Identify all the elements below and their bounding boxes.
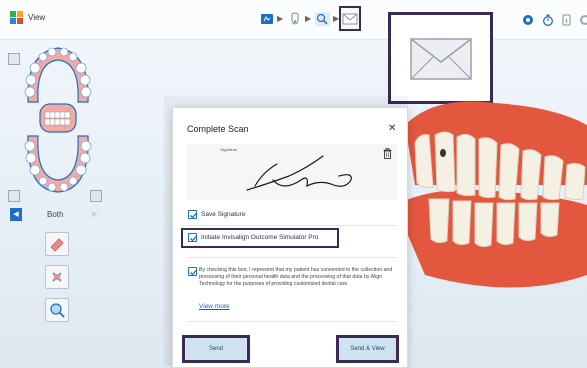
- close-icon[interactable]: ✕: [388, 123, 396, 134]
- zoom-tooth-button[interactable]: [45, 298, 69, 322]
- divider: [187, 321, 397, 322]
- checkmark-icon: [190, 235, 197, 242]
- settings-icon[interactable]: [579, 13, 587, 27]
- save-signature-label: Save Signature: [201, 211, 246, 218]
- window-title: View: [28, 13, 46, 22]
- send-button[interactable]: Send: [182, 335, 250, 363]
- search-teeth-icon[interactable]: [315, 12, 330, 26]
- consent-checkbox[interactable]: [188, 267, 197, 276]
- left-side-view-icon[interactable]: [8, 190, 20, 202]
- dialog-title: Complete Scan: [187, 124, 249, 134]
- top-toolbar: View ▶ ▶ ▶: [0, 0, 587, 40]
- eraser-button[interactable]: [45, 232, 69, 256]
- tooth-icon[interactable]: [288, 12, 302, 26]
- trash-icon[interactable]: [383, 148, 392, 159]
- save-signature-checkbox[interactable]: [188, 210, 197, 219]
- arrow-right-icon: ▶: [305, 14, 312, 23]
- invisalign-checkbox[interactable]: [188, 233, 197, 242]
- zoom-tooth-icon: [50, 303, 65, 318]
- checkmark-icon: [190, 269, 197, 276]
- arrow-right-icon: ▶: [277, 14, 284, 23]
- signature-pad[interactable]: Signature: [187, 144, 397, 200]
- jaw-selector[interactable]: [18, 42, 98, 197]
- right-side-view-icon[interactable]: [90, 190, 102, 202]
- view-more-link[interactable]: View more: [199, 303, 230, 310]
- checkmark-icon: [190, 212, 197, 219]
- timer-icon[interactable]: [542, 13, 556, 27]
- divider: [187, 225, 397, 226]
- send-and-view-button[interactable]: Send & View: [336, 335, 399, 363]
- divider: [187, 257, 397, 258]
- camera-icon[interactable]: [522, 13, 536, 27]
- jaw-prev-button[interactable]: ◀: [10, 208, 22, 221]
- teeth-3d-model[interactable]: [395, 95, 587, 305]
- info-icon[interactable]: [562, 13, 576, 27]
- eraser-icon: [50, 238, 64, 252]
- scan-icon[interactable]: [260, 12, 274, 26]
- envelope-icon: [342, 13, 358, 25]
- envelope-callout: [388, 12, 493, 104]
- trim-icon: [52, 272, 62, 282]
- signature-drawing: [246, 155, 352, 191]
- envelope-icon: [410, 38, 472, 80]
- consent-text: By checking this box, I represent that m…: [199, 267, 393, 287]
- app-logo-icon: [10, 11, 23, 24]
- jaw-next-button[interactable]: ▶: [90, 208, 100, 221]
- complete-scan-dialog: Complete Scan ✕ Signature Save Signature…: [172, 107, 408, 368]
- envelope-button[interactable]: [339, 6, 361, 31]
- invisalign-label: Initiate Invisalign Outcome Simulator Pr…: [201, 234, 319, 241]
- jaw-label: Both: [47, 210, 64, 219]
- trim-button[interactable]: [45, 265, 69, 289]
